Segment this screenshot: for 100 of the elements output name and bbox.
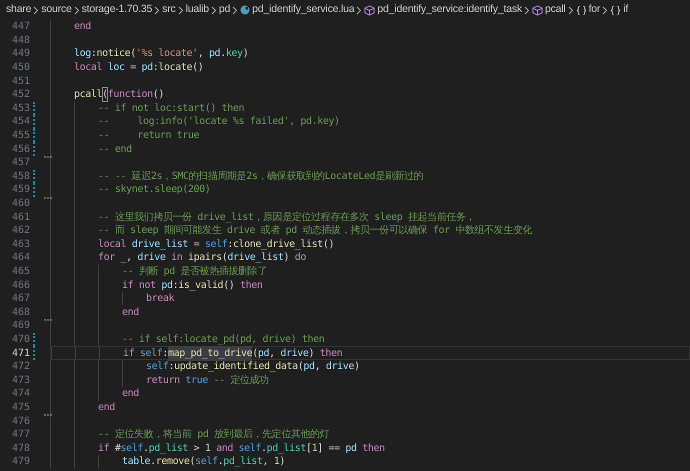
punctuation: = [192,238,200,252]
code-comment: -- 这里我们拷贝一份 drive_list，原因是定位过程存在多次 sleep 挂起当前任务， [98,210,476,224]
number-literal: 1 [204,442,212,456]
punctuation: ( [298,360,304,374]
function-name: remove [156,455,190,470]
line-number: 479 [10,455,30,470]
breadcrumb-item[interactable]: share [6,2,32,18]
line-number: 450 [10,61,30,76]
punctuation: : [162,346,168,361]
variable: drive [137,251,166,266]
punctuation: [ [306,442,312,456]
line-number: 457 [10,156,30,170]
breadcrumb-item[interactable]: lualib [186,2,209,18]
variable: pd [161,278,173,293]
line-number: 476 [10,414,30,429]
punctuation: = [129,61,137,76]
line-number: 466 [10,278,30,293]
line-number: 451 [10,74,30,89]
breadcrumb-item[interactable]: src [162,2,176,18]
variable: pd [258,346,270,361]
punctuation: ) [354,360,360,374]
keyword: self [238,442,262,456]
line-number: 458 [10,170,30,184]
breadcrumb-item[interactable]: source [41,2,72,18]
moon-icon [240,5,250,15]
line-number: 455 [10,129,30,144]
string-literal: '%s locate' [136,47,198,62]
function-name: clone_drive_list [232,238,323,252]
matched-bracket: ( [102,87,108,102]
punctuation: . [220,47,226,62]
breadcrumb-item[interactable]: storage-1.70.35 [82,2,152,18]
punctuation: > [192,442,200,456]
variable: table [122,455,150,470]
chevron-right-icon [33,6,40,14]
punctuation: . [218,455,224,470]
punctuation: : [227,238,233,252]
variable: drive_list [132,238,188,252]
line-number: 447 [10,20,30,34]
variable: drive_list [227,251,284,266]
punctuation: . [261,442,267,456]
highlighted-function-name: map_pd_to_drive [168,346,252,361]
keyword: if not [122,278,157,293]
line-number: 470 [10,332,30,347]
punctuation: ( [189,455,196,470]
punctuation: ) [284,251,290,266]
cube-icon [532,4,543,16]
chevron-right-icon [356,6,362,14]
line-number: 464 [10,251,30,266]
field-name: key [226,47,243,62]
line-number: 461 [10,210,30,225]
punctuation: , [262,455,270,470]
line-number: 473 [10,374,30,388]
number-literal: 1 [312,442,318,456]
variable: drive [280,346,309,361]
line-number: 454 [10,115,30,130]
line-number: 469 [10,319,30,334]
keyword: end [122,306,139,320]
punctuation: . [150,455,156,470]
line-number: 462 [10,224,30,238]
punctuation: ) [308,346,316,361]
chevron-right-icon [232,6,238,14]
ellipsis-icon[interactable] [44,319,52,322]
function-name: update_identified_data [174,360,298,374]
breadcrumb-item[interactable]: pd [218,2,230,18]
keyword: self [204,238,228,252]
keyword: and [216,442,234,456]
keyword: self [146,360,168,374]
variable: log [74,47,91,62]
line-number: 472 [10,360,30,374]
line-number: 467 [10,292,30,306]
braces-icon [610,4,622,16]
line-number: 475 [10,400,30,415]
number-literal: 1 [274,455,280,470]
punctuation: ( [222,251,228,266]
ellipsis-icon[interactable] [44,196,52,199]
breadcrumb-item[interactable]: pd_identify_service:identify_task [377,2,522,18]
breadcrumb-item[interactable]: if [623,2,628,18]
line-number: 478 [10,442,30,456]
function-name: is_valid [178,278,224,293]
punctuation: ( [252,346,258,361]
code-comment: -- -- 延迟2s，SMC的扫描周期是2s，确保获取到的LocateLed是刷新过的 [98,170,424,184]
keyword: self [140,346,162,361]
breadcrumb-item[interactable]: pd_identify_service.lua [252,2,354,18]
cube-icon [364,4,376,16]
code-comment: -- 定位成功 [213,374,269,388]
punctuation: . [142,442,149,456]
code-comment: -- if not loc:start() then [98,102,244,116]
ellipsis-icon[interactable] [44,414,52,416]
breadcrumb-item[interactable]: for [588,2,600,18]
variable: pd [303,360,315,374]
keyword: break [146,292,174,306]
punctuation: ] == [317,442,341,456]
field-name: pd_list [266,442,306,456]
breadcrumb-item[interactable]: pcall [544,2,566,18]
line-number: 465 [10,264,30,279]
field-name: pd_list [223,455,263,470]
line-number: 460 [10,197,30,212]
punctuation: , [314,360,322,374]
ellipsis-icon[interactable] [44,156,52,158]
punctuation: () [192,61,204,76]
